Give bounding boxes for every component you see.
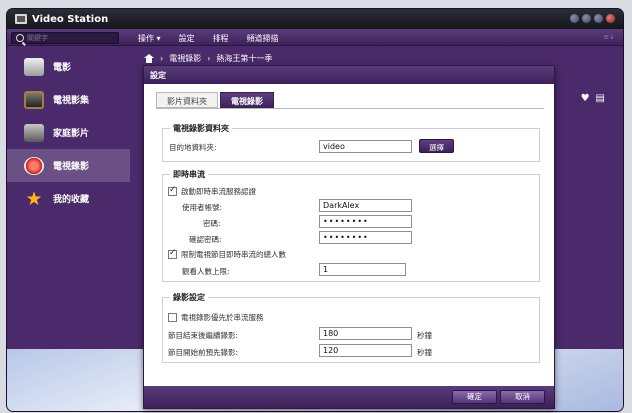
sidebar-item-label: 電影: [53, 63, 72, 73]
sidebar-item-label: 家庭影片: [53, 129, 90, 139]
app-title: Video Station: [32, 13, 109, 25]
limit-viewers-checkbox[interactable]: [168, 248, 177, 259]
minimize-icon[interactable]: [582, 14, 591, 23]
help-icon[interactable]: [570, 14, 579, 23]
heart-icon[interactable]: ♥: [581, 93, 590, 104]
sidebar-item-movies[interactable]: 電影: [7, 50, 130, 83]
dialog-title: 設定: [144, 66, 554, 84]
enable-auth-checkbox[interactable]: [168, 185, 177, 196]
confirm-password-label: 確認密碼:: [189, 235, 222, 244]
max-viewers-field[interactable]: 1: [319, 263, 406, 276]
recording-settings-section: 錄影設定 電視錄影優先於串流服務 節目結束後繼續錄影: 180 秒鐘 節目開始前…: [162, 292, 540, 363]
section-title: 錄影設定: [170, 292, 208, 303]
sidebar-item-label: 我的收藏: [53, 195, 90, 205]
record-before-field[interactable]: 120: [319, 344, 412, 357]
tab-video-folders[interactable]: 影片資料夾: [156, 92, 218, 108]
close-icon[interactable]: [606, 14, 615, 23]
tab-divider: [156, 108, 544, 109]
title-bar: Video Station: [7, 9, 623, 29]
max-viewers-label: 觀看人數上限:: [182, 267, 230, 276]
dialog-footer: 確定 取消: [144, 386, 554, 408]
live-stream-section: 即時串流 啟動即時串流服務認證 使用者帳號: DarkAlex 密碼: ••••…: [162, 169, 540, 282]
select-folder-button[interactable]: 選擇: [419, 139, 454, 153]
enable-auth-label: 啟動即時串流服務認證: [181, 187, 256, 196]
record-before-label: 節目開始前預先錄影:: [168, 348, 239, 357]
sidebar-item-label: 電視錄影: [53, 162, 90, 172]
record-after-field[interactable]: 180: [319, 327, 412, 340]
breadcrumb-item[interactable]: 電視錄影: [169, 53, 201, 64]
menu-settings[interactable]: 設定: [170, 31, 204, 46]
star-icon: ★: [25, 187, 43, 210]
list-icon[interactable]: ▤: [596, 93, 605, 104]
username-field[interactable]: DarkAlex: [319, 199, 412, 212]
limit-viewers-checkbox-row[interactable]: 限制電視節目即時串流的總人數: [168, 248, 286, 260]
section-title: 即時串流: [170, 169, 208, 180]
sidebar-item-tv-shows[interactable]: 電視影集: [7, 83, 130, 116]
sidebar-item-favorites[interactable]: ★ 我的收藏: [7, 182, 130, 215]
toolbar: 關鍵字 操作 ▾ 設定 排程 頻道掃描 ≡↓: [7, 29, 623, 46]
movie-clapper-icon: [24, 57, 44, 76]
breadcrumb-item: 熱海王第十一季: [216, 54, 273, 63]
sidebar-item-label: 電視影集: [53, 96, 90, 106]
breadcrumb-separator: ›: [160, 54, 164, 63]
record-after-unit: 秒鐘: [417, 331, 432, 340]
record-after-label: 節目結束後繼續錄影:: [168, 331, 239, 340]
recording-icon: [24, 156, 44, 175]
menu-channel-scan[interactable]: 頻道掃描: [238, 31, 288, 46]
dest-folder-label: 目的地資料夾:: [169, 143, 217, 152]
dest-folder-field[interactable]: video: [319, 140, 412, 153]
search-placeholder: 關鍵字: [27, 34, 48, 42]
app-logo-icon: [15, 14, 27, 24]
confirm-password-field[interactable]: ••••••••: [319, 231, 412, 244]
username-label: 使用者帳號:: [182, 203, 223, 212]
cancel-button[interactable]: 取消: [500, 390, 545, 404]
priority-checkbox[interactable]: [168, 313, 177, 322]
maximize-icon[interactable]: [594, 14, 603, 23]
enable-auth-checkbox-row[interactable]: 啟動即時串流服務認證: [168, 185, 256, 197]
sidebar-item-tv-recording[interactable]: 電視錄影: [7, 149, 130, 182]
sort-icon[interactable]: ≡↓: [603, 33, 615, 41]
priority-label: 電視錄影優先於串流服務: [181, 313, 264, 322]
section-title: 電視錄影資料夾: [170, 123, 232, 134]
record-before-unit: 秒鐘: [417, 348, 432, 357]
view-controls: ♥ ▤: [581, 93, 605, 104]
menu-bar: 操作 ▾ 設定 排程 頻道掃描: [129, 31, 288, 46]
home-video-icon: [24, 123, 44, 142]
tv-icon: [24, 90, 44, 109]
menu-schedule[interactable]: 排程: [204, 31, 238, 46]
breadcrumb-separator: ›: [207, 54, 211, 63]
tab-bar: 影片資料夾 電視錄影: [156, 92, 274, 108]
settings-dialog: 設定 影片資料夾 電視錄影 電視錄影資料夾 目的地資料夾: video 選擇 即…: [143, 65, 555, 409]
search-icon: [16, 34, 24, 42]
menu-action[interactable]: 操作 ▾: [129, 31, 170, 46]
window-controls: [570, 14, 615, 23]
ok-button[interactable]: 確定: [452, 390, 497, 404]
limit-viewers-label: 限制電視節目即時串流的總人數: [181, 250, 286, 259]
recording-folder-section: 電視錄影資料夾 目的地資料夾: video 選擇: [162, 123, 540, 162]
breadcrumb: › 電視錄影 › 熱海王第十一季: [144, 53, 272, 64]
sidebar-item-home-videos[interactable]: 家庭影片: [7, 116, 130, 149]
password-field[interactable]: ••••••••: [319, 215, 412, 228]
search-input[interactable]: 關鍵字: [11, 32, 119, 44]
password-label: 密碼:: [203, 219, 221, 228]
tab-tv-recording[interactable]: 電視錄影: [220, 92, 274, 108]
home-icon[interactable]: [144, 54, 154, 63]
priority-checkbox-row[interactable]: 電視錄影優先於串流服務: [168, 312, 264, 323]
